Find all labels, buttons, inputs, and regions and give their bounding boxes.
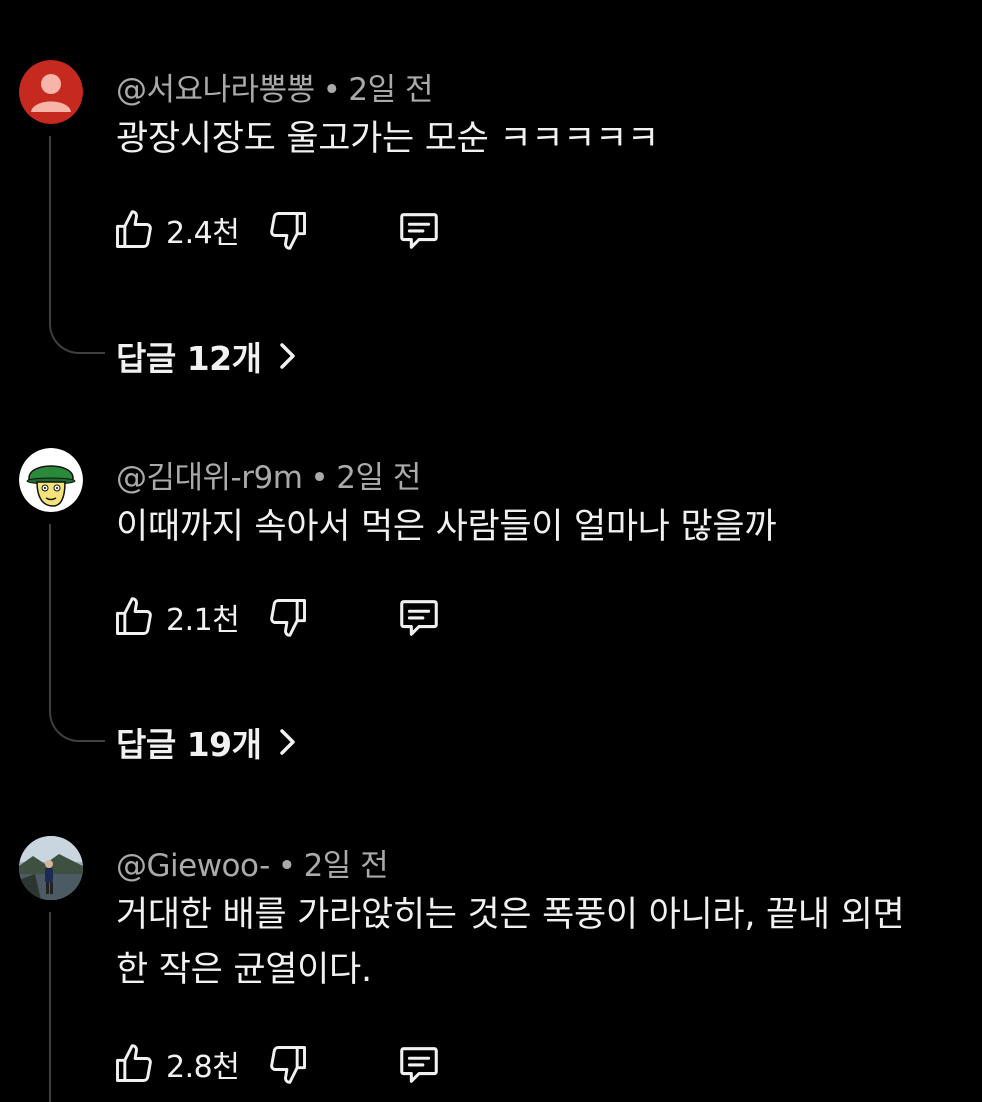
chevron-right-icon (279, 729, 295, 755)
thread-line (49, 136, 105, 354)
like-count: 2.4천 (166, 216, 240, 251)
comment-author[interactable]: @김대위-r9m (116, 460, 303, 496)
reply-button[interactable] (396, 1040, 442, 1088)
comment-actions: 2.4천 (112, 206, 512, 254)
comment-actions: 2.8천 (112, 1040, 512, 1088)
comment-header: @Giewoo- • 2일 전 (116, 840, 389, 885)
view-replies-button[interactable]: 답글 12개 (116, 332, 298, 380)
avatar[interactable] (19, 448, 83, 512)
like-button[interactable]: 2.4천 (112, 206, 240, 254)
comment-text: 이때까지 속아서 먹은 사람들이 얼마나 많을까 (116, 507, 777, 547)
reply-button[interactable] (396, 593, 442, 641)
thumbs-up-icon (116, 597, 152, 635)
dislike-button[interactable] (266, 1040, 310, 1088)
avatar[interactable] (19, 836, 83, 900)
comment-actions: 2.1천 (112, 593, 512, 641)
thumbs-down-icon (270, 1046, 306, 1084)
comment-text: 거대한 배를 가라앉히는 것은 폭풍이 아니라, 끝내 외면한 작은 균열이다. (116, 895, 905, 990)
thumbs-down-icon (270, 212, 306, 250)
photo-avatar-icon (19, 836, 83, 900)
replies-count-label: 답글 12개 (116, 339, 262, 378)
comment-text: 광장시장도 울고가는 모순 ㅋㅋㅋㅋㅋ (116, 119, 659, 159)
separator-dot: • (322, 72, 341, 108)
comment-icon (400, 1047, 438, 1083)
thumbs-down-icon (270, 599, 306, 637)
comment-time[interactable]: 2일 전 (348, 72, 433, 108)
comment-icon (400, 600, 438, 636)
dislike-button[interactable] (266, 206, 310, 254)
thread-line (49, 912, 51, 1102)
soldier-cartoon-avatar-icon (19, 448, 83, 512)
chevron-right-icon (279, 343, 295, 369)
thumbs-up-icon (116, 1044, 152, 1082)
comment-icon (400, 213, 438, 249)
comment-author[interactable]: @서요나라뽕뽕 (116, 72, 315, 108)
separator-dot: • (277, 848, 296, 884)
comment-author[interactable]: @Giewoo- (116, 848, 270, 884)
replies-count-label: 답글 19개 (116, 725, 262, 764)
comment-header: @김대위-r9m • 2일 전 (116, 452, 421, 497)
comment-time[interactable]: 2일 전 (304, 848, 389, 884)
like-button[interactable]: 2.1천 (112, 593, 240, 641)
like-count: 2.1천 (166, 603, 240, 638)
dislike-button[interactable] (266, 593, 310, 641)
default-user-icon (19, 60, 83, 124)
like-button[interactable]: 2.8천 (112, 1040, 240, 1088)
reply-button[interactable] (396, 206, 442, 254)
comment-header: @서요나라뽕뽕 • 2일 전 (116, 64, 434, 109)
thumbs-up-icon (116, 210, 152, 248)
separator-dot: • (310, 460, 329, 496)
avatar[interactable] (19, 60, 83, 124)
comment-time[interactable]: 2일 전 (336, 460, 421, 496)
thread-line (49, 524, 105, 742)
like-count: 2.8천 (166, 1050, 240, 1085)
view-replies-button[interactable]: 답글 19개 (116, 718, 298, 766)
